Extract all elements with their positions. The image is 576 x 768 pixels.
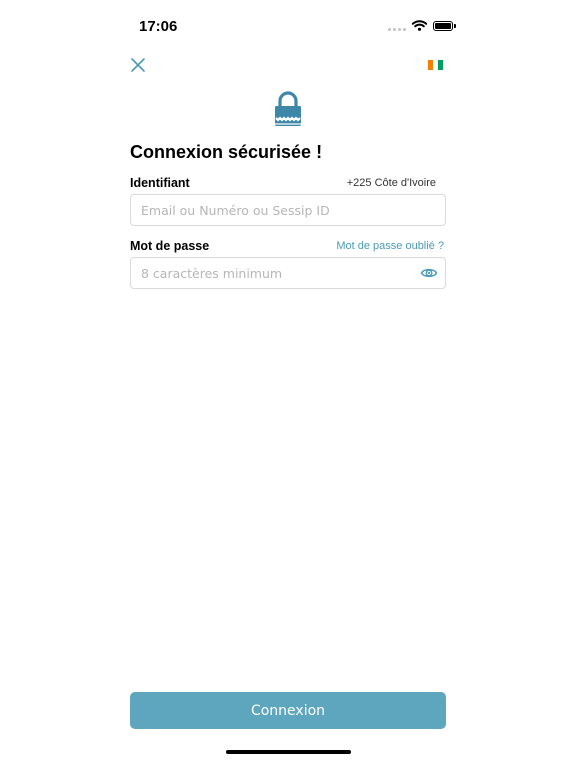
wifi-icon (412, 20, 427, 31)
identifier-label: Identifiant (130, 176, 190, 190)
status-icons (388, 20, 456, 31)
cellular-signal-icon (388, 21, 406, 31)
page-title: Connexion sécurisée ! (130, 142, 323, 162)
show-password-eye-icon[interactable] (420, 264, 438, 282)
country-flag-icon[interactable] (428, 60, 443, 70)
password-label: Mot de passe (130, 239, 210, 253)
status-time: 17:06 (139, 18, 178, 35)
status-bar: 17:06 (0, 0, 576, 50)
login-button[interactable]: Connexion (130, 692, 446, 729)
lock-icon (275, 91, 301, 126)
forgot-password-link[interactable]: Mot de passe oublié ? (336, 240, 444, 252)
country-selector[interactable]: +225 Côte d'Ivoire (347, 177, 436, 189)
close-icon[interactable] (129, 56, 147, 74)
battery-icon (433, 20, 456, 31)
identifier-input[interactable] (130, 194, 446, 226)
home-indicator (226, 750, 351, 754)
password-input[interactable] (130, 257, 446, 289)
